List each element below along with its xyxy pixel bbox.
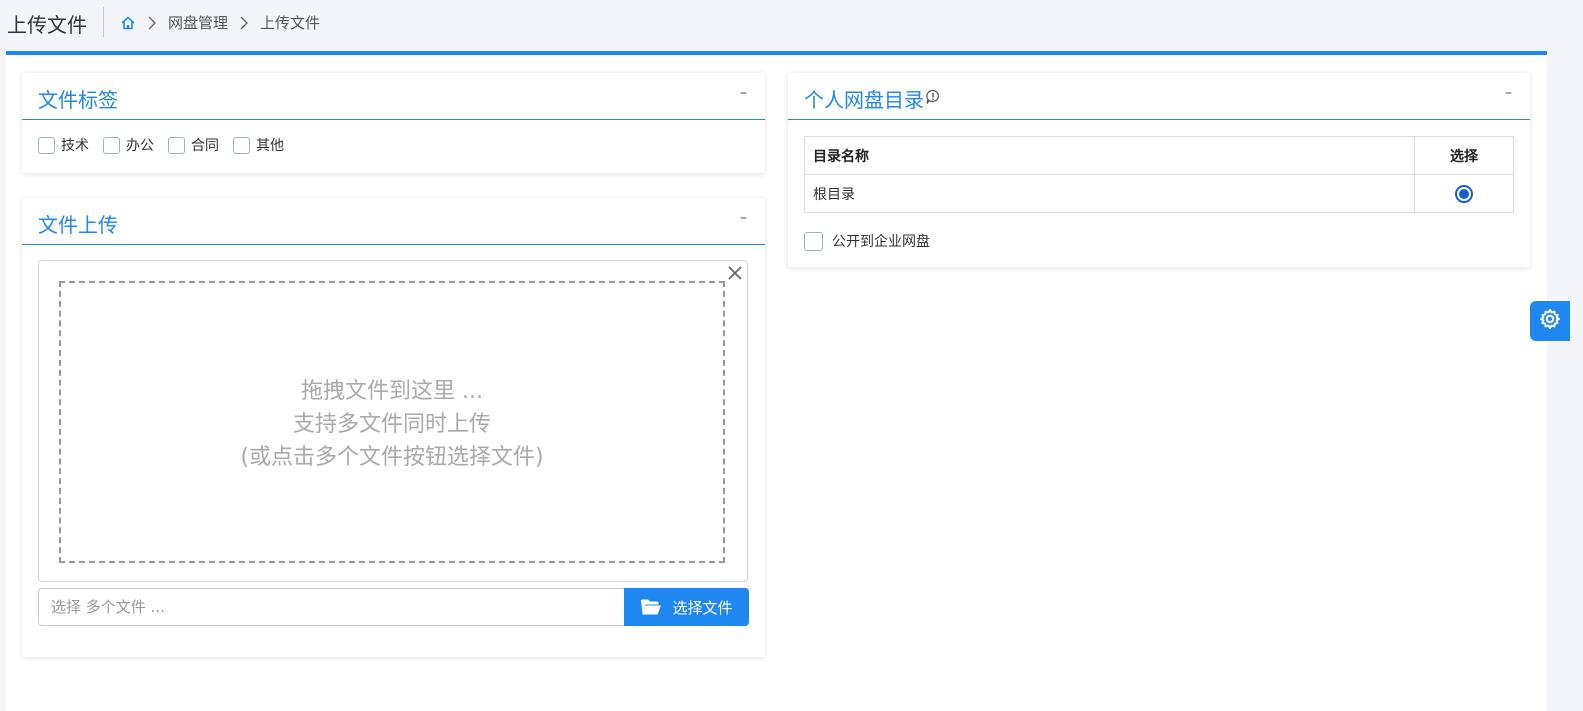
home-icon[interactable] [120,15,136,31]
main-panel: 文件标签 – 技术 办公 合同 其他 文件上传 – 拖拽文件到这里 ... 支持… [6,51,1547,711]
table-row: 根目录 [804,174,1514,213]
directory-radio[interactable] [1455,184,1473,203]
tag-checkbox[interactable] [103,136,120,154]
card-title: 文件上传 [38,213,118,237]
breadcrumb-item-upload: 上传文件 [260,14,321,32]
collapse-button[interactable]: – [740,210,747,226]
table-header-row: 目录名称 选择 [804,136,1514,175]
tag-option-other[interactable]: 其他 [233,135,284,155]
drop-instructions: 拖拽文件到这里 ... 支持多文件同时上传 (或点击多个文件按钮选择文件) [61,375,723,474]
tag-label: 办公 [126,138,154,154]
page-title: 上传文件 [7,13,87,37]
tag-checkbox[interactable] [233,136,250,154]
breadcrumb-item-netdisk[interactable]: 网盘管理 [168,12,228,33]
info-icon[interactable] [925,86,941,104]
tag-option-tech[interactable]: 技术 [38,135,89,155]
file-caption-input[interactable] [38,588,625,626]
drop-text-line: 拖拽文件到这里 ... [301,379,483,404]
title-divider [103,7,104,37]
drop-text-line: (或点击多个文件按钮选择文件) [240,445,544,470]
card-header: 文件标签 – [22,73,765,120]
public-toggle[interactable]: 公开到企业网盘 [804,231,930,251]
chevron-right-icon [234,15,254,31]
dropzone-frame: 拖拽文件到这里 ... 支持多文件同时上传 (或点击多个文件按钮选择文件) [38,260,748,582]
directory-table: 目录名称 选择 根目录 [804,136,1514,213]
folder-open-icon [640,598,662,616]
drop-area[interactable]: 拖拽文件到这里 ... 支持多文件同时上传 (或点击多个文件按钮选择文件) [59,281,725,563]
directory-select-cell [1414,174,1514,213]
browse-button-label: 选择文件 [672,598,733,617]
tag-option-contract[interactable]: 合同 [168,135,219,155]
tag-label: 技术 [61,138,89,154]
directory-name-cell: 根目录 [804,174,1415,213]
card-title: 文件标签 [38,88,118,112]
file-input-group: 选择文件 [38,588,749,626]
public-checkbox[interactable] [804,231,823,251]
top-bar: 上传文件 网盘管理 上传文件 [0,0,1583,44]
tag-checkbox[interactable] [168,136,185,154]
gear-icon [1539,308,1561,334]
card-title: 个人网盘目录 [804,84,941,113]
public-label: 公开到企业网盘 [832,234,930,250]
tag-label: 合同 [191,138,219,154]
tag-label: 其他 [256,138,284,154]
collapse-button[interactable]: – [740,85,747,101]
chevron-right-icon [142,15,162,31]
card-title-text: 个人网盘目录 [804,88,924,112]
collapse-button[interactable]: – [1505,85,1512,101]
file-upload-card: 文件上传 – 拖拽文件到这里 ... 支持多文件同时上传 (或点击多个文件按钮选… [22,198,765,657]
directory-card: 个人网盘目录 – 目录名称 选择 根目录 公开到企业网盘 [788,73,1530,267]
close-icon[interactable] [725,263,745,283]
settings-tab[interactable] [1530,301,1570,341]
file-tags-card: 文件标签 – 技术 办公 合同 其他 [22,73,765,173]
tag-checkbox[interactable] [38,136,55,154]
card-header: 文件上传 – [22,198,765,245]
card-header: 个人网盘目录 – [788,73,1530,120]
column-header-select: 选择 [1414,136,1514,175]
tag-options: 技术 办公 合同 其他 [38,135,298,155]
column-header-name: 目录名称 [804,136,1415,175]
breadcrumb: 网盘管理 上传文件 [120,12,320,33]
drop-text-line: 支持多文件同时上传 [292,412,491,437]
browse-button[interactable]: 选择文件 [624,588,749,626]
tag-option-office[interactable]: 办公 [103,135,154,155]
